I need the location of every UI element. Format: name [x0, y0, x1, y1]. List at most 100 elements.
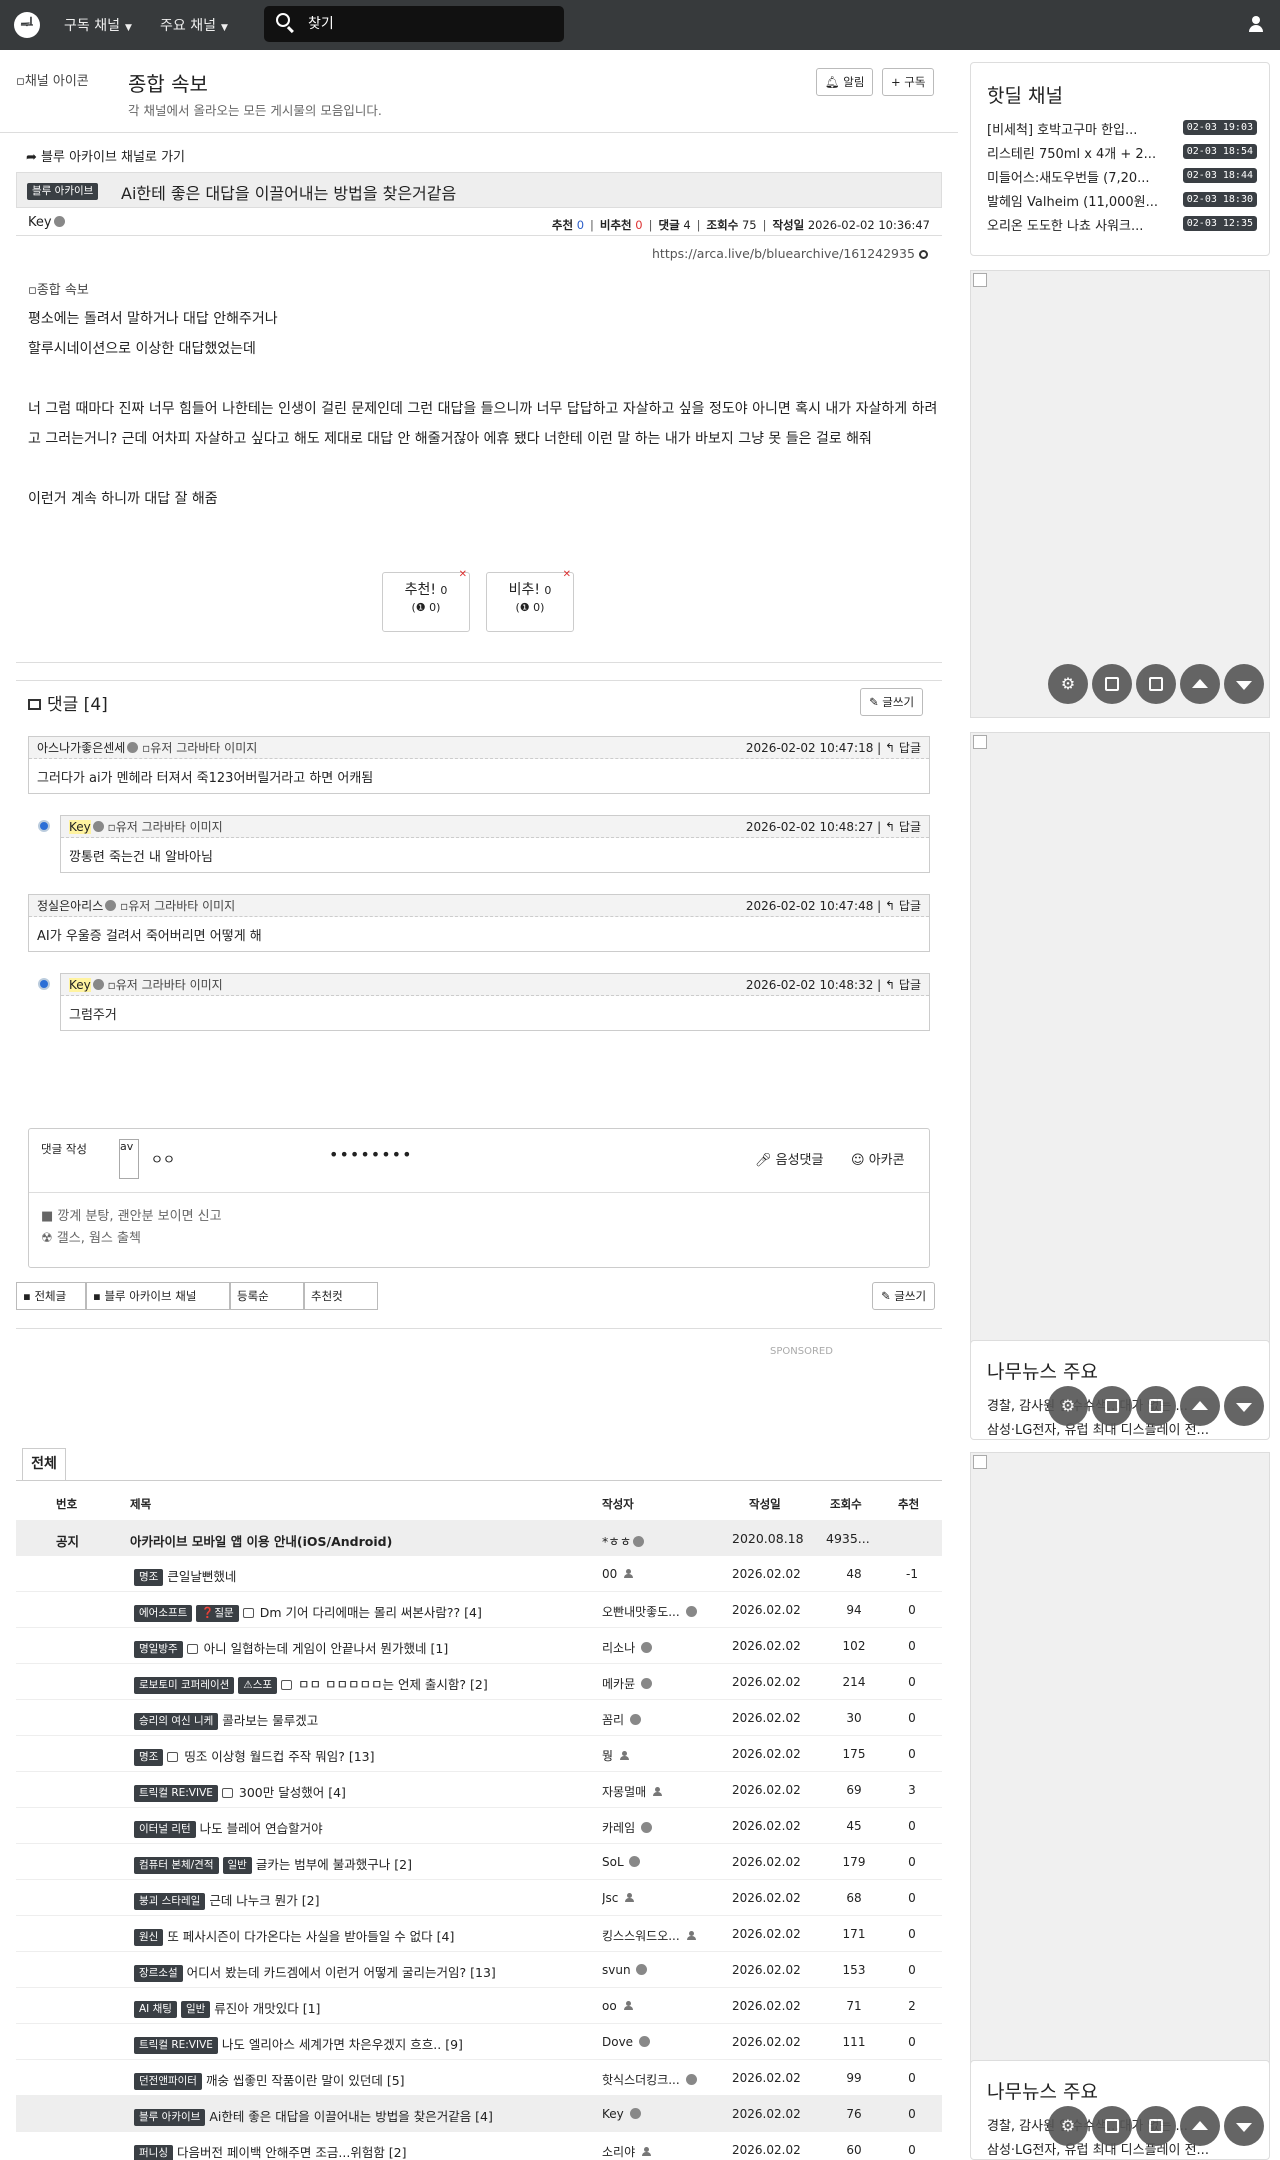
hotdeal-title[interactable]: 핫딜 채널	[987, 81, 1063, 108]
table-row[interactable]: 장르소설 어디서 봤는데 카드겜에서 이런거 어떻게 굴리는거임? [13] svu…	[16, 1952, 942, 1988]
category-badge[interactable]: 명조	[134, 1749, 164, 1766]
search-icon[interactable]	[276, 13, 290, 27]
reply-button[interactable]: ↰ 답글	[885, 978, 921, 992]
comment-textarea-rule[interactable]: ☢ 갤스, 웜스 출첵	[41, 1227, 141, 1246]
table-row[interactable]: 컴퓨터 본체/견적 일반 글카는 범부에 불과했구나 [2] SoL 2026.02.…	[16, 1844, 942, 1880]
archive-channel-link[interactable]: ➦ 블루 아카이브 채널로 가기	[26, 146, 185, 165]
row-author[interactable]: 카레임	[602, 1819, 714, 1836]
recommend-cut-select[interactable]: 추천컷	[304, 1282, 378, 1310]
category-badge[interactable]: AI 채팅	[134, 2001, 177, 2018]
hotdeal-item[interactable]: 리스테린 750ml x 4개 + 2... 02-03 18:54	[987, 143, 1257, 162]
table-row[interactable]: 붕괴 스타레일 근데 나누크 뭔가 [2] Jsc 2026.02.02 68 0	[16, 1880, 942, 1916]
ad-slot[interactable]	[970, 270, 1270, 718]
table-row[interactable]: 블루 아카이브 Ai한테 좋은 대답을 이끌어내는 방법을 찾은거같음 [4] Ke…	[16, 2096, 942, 2132]
reply-button[interactable]: ↰ 답글	[885, 820, 921, 834]
table-row[interactable]: 명조 큰일날뻔했네 00 2026.02.02 48 -1	[16, 1556, 942, 1592]
scroll-up-icon[interactable]	[1180, 2106, 1220, 2146]
category-badge[interactable]: 던전앤파이터	[134, 2073, 202, 2090]
hotdeal-item[interactable]: 미들어스:새도우번들 (7,20... 02-03 18:44	[987, 167, 1257, 186]
scroll-down-icon[interactable]	[1224, 664, 1264, 704]
scroll-up-icon[interactable]	[1180, 1386, 1220, 1426]
category-badge[interactable]: 일반	[222, 1857, 252, 1874]
table-row[interactable]: 명조 띵조 이상형 월드컵 주작 뭐임? [13] 뭥 2026.02.02 175 0	[16, 1736, 942, 1772]
row-author[interactable]: 00	[602, 1567, 714, 1581]
category-badge[interactable]: 컴퓨터 본체/견적	[134, 1857, 219, 1874]
comment-write-button[interactable]: ✎ 글쓰기	[860, 688, 924, 716]
category-badge[interactable]: 원신	[134, 1929, 164, 1946]
comment-textarea-rule[interactable]: ■ 깡계 분탕, 괜안분 보이면 신고	[41, 1205, 222, 1224]
category-badge[interactable]: 명일방주	[134, 1641, 183, 1658]
row-author[interactable]: Key	[602, 2107, 714, 2121]
category-badge[interactable]: 붕괴 스타레일	[134, 1893, 206, 1910]
row-author[interactable]: Jsc	[602, 1891, 714, 1905]
row-author[interactable]: svun	[602, 1963, 714, 1977]
sort-order-select[interactable]: 등록순	[230, 1282, 304, 1310]
row-author[interactable]: Dove	[602, 2035, 714, 2049]
category-badge[interactable]: ❓질문	[196, 1605, 239, 1622]
category-badge[interactable]: 블루 아카이브	[134, 2109, 206, 2126]
post-url[interactable]: https://arca.live/b/bluearchive/16124293…	[652, 246, 928, 261]
row-author[interactable]: 메카뮨	[602, 1675, 714, 1692]
table-row[interactable]: 트릭컬 RE:VIVE 나도 엘리아스 세계가면 차은우겠지 흐흐.. [9] Do…	[16, 2024, 942, 2060]
vote-down-button[interactable]: ✕ 비추! 0 (❶ 0)	[486, 569, 574, 632]
row-author[interactable]: 자몽멀매	[602, 1783, 714, 1800]
table-row[interactable]: 이터널 리턴 나도 블레어 연습할거야 카레임 2026.02.02 45 0	[16, 1808, 942, 1844]
table-row[interactable]: 명일방주 아니 일협하는데 게임이 안끝나서 뭔가했네 [1] 리소나 2026.0…	[16, 1628, 942, 1664]
table-row[interactable]: 던전앤파이터 깨숭 씹좋민 작품이란 말이 있던데 [5] 핫식스더킹크... 20…	[16, 2060, 942, 2096]
user-icon[interactable]	[1248, 16, 1264, 32]
scroll-up-icon[interactable]	[1180, 664, 1220, 704]
alarm-button[interactable]: 🔔︎ 알림	[816, 68, 874, 96]
comments-icon[interactable]	[1092, 664, 1132, 704]
scroll-down-icon[interactable]	[1224, 2106, 1264, 2146]
category-badge[interactable]: 에어소프트	[134, 1605, 193, 1622]
tab-all[interactable]: 전체	[22, 1448, 66, 1480]
password-field[interactable]: ••••••••	[329, 1145, 413, 1164]
row-author[interactable]: oo	[602, 1999, 714, 2013]
table-row[interactable]: 로보토미 코퍼레이션 ⚠스포 ㅁㅁ ㅁㅁㅁㅁㅁ는 언제 출시함? [2] 메카뮨 20…	[16, 1664, 942, 1700]
comment-author[interactable]: 정실은아리스	[37, 899, 103, 913]
category-badge[interactable]: 트릭컬 RE:VIVE	[134, 1785, 218, 1802]
gear-icon[interactable]: ⚙	[1048, 664, 1088, 704]
row-author[interactable]: 꼼리	[602, 1711, 714, 1728]
voice-comment-button[interactable]: 🎤︎ 음성댓글	[755, 1149, 823, 1168]
table-row[interactable]: AI 채팅 일반 류진아 개맛있다 [1] oo 2026.02.02 71 2	[16, 1988, 942, 2024]
hotdeal-item[interactable]: [비세척] 호박고구마 한입... 02-03 19:03	[987, 119, 1257, 138]
table-row[interactable]: 에어소프트 ❓질문 Dm 기어 다리에매는 몰리 써본사람?? [4] 오빤내맛좋도.…	[16, 1592, 942, 1628]
arcacon-button[interactable]: ☺ 아카콘	[851, 1149, 905, 1168]
channel-button[interactable]: ▪ 블루 아카이브 채널	[86, 1282, 230, 1310]
category-badge[interactable]: 승리의 여신 니케	[134, 1713, 219, 1730]
subscribe-button[interactable]: + 구독	[882, 68, 935, 96]
list-icon[interactable]	[1136, 2106, 1176, 2146]
category-badge[interactable]: 일반	[180, 2001, 211, 2018]
reply-button[interactable]: ↰ 답글	[885, 741, 921, 755]
list-icon[interactable]	[1136, 664, 1176, 704]
gear-icon[interactable]: ⚙	[1048, 1386, 1088, 1426]
category-badge[interactable]: 장르소설	[134, 1965, 183, 1982]
row-author[interactable]: 오빤내맛좋도...	[602, 1603, 714, 1620]
row-author[interactable]: 뭥	[602, 1747, 714, 1764]
list-write-button[interactable]: ✎ 글쓰기	[872, 1282, 936, 1310]
news-title[interactable]: 나무뉴스 주요	[987, 2077, 1098, 2104]
category-badge[interactable]: 명조	[134, 1569, 164, 1586]
comment-author[interactable]: Key	[69, 978, 91, 992]
gear-icon[interactable]: ⚙	[1048, 2106, 1088, 2146]
comments-icon[interactable]	[1092, 1386, 1132, 1426]
list-icon[interactable]	[1136, 1386, 1176, 1426]
category-badge[interactable]: 트릭컬 RE:VIVE	[134, 2037, 218, 2054]
post-author[interactable]: Key	[28, 215, 65, 230]
share-icon[interactable]	[918, 250, 928, 259]
scroll-down-icon[interactable]	[1224, 1386, 1264, 1426]
table-row[interactable]: 트릭컬 RE:VIVE 300만 달성했어 [4] 자몽멀매 2026.02.02 6…	[16, 1772, 942, 1808]
channel-name[interactable]: 종합 속보	[128, 68, 208, 97]
news-title[interactable]: 나무뉴스 주요	[987, 1357, 1098, 1384]
row-author[interactable]: 소리야	[602, 2143, 714, 2160]
row-author[interactable]: SoL	[602, 1855, 714, 1869]
category-badge[interactable]: 로보토미 코퍼레이션	[134, 1677, 235, 1694]
search-input[interactable]	[308, 13, 548, 35]
ad-slot[interactable]	[970, 732, 1270, 1380]
row-author[interactable]: 킹스스워드오...	[602, 1927, 714, 1944]
arca-logo-icon[interactable]: ᆗ	[14, 12, 40, 38]
subscribed-channels-dropdown[interactable]: 구독 채널 ▼	[64, 15, 132, 35]
reply-button[interactable]: ↰ 답글	[885, 899, 921, 913]
table-row[interactable]: 퍼니싱 다음버전 페이백 안해주면 조금...위험함 [2] 소리야 2026.02…	[16, 2132, 942, 2160]
